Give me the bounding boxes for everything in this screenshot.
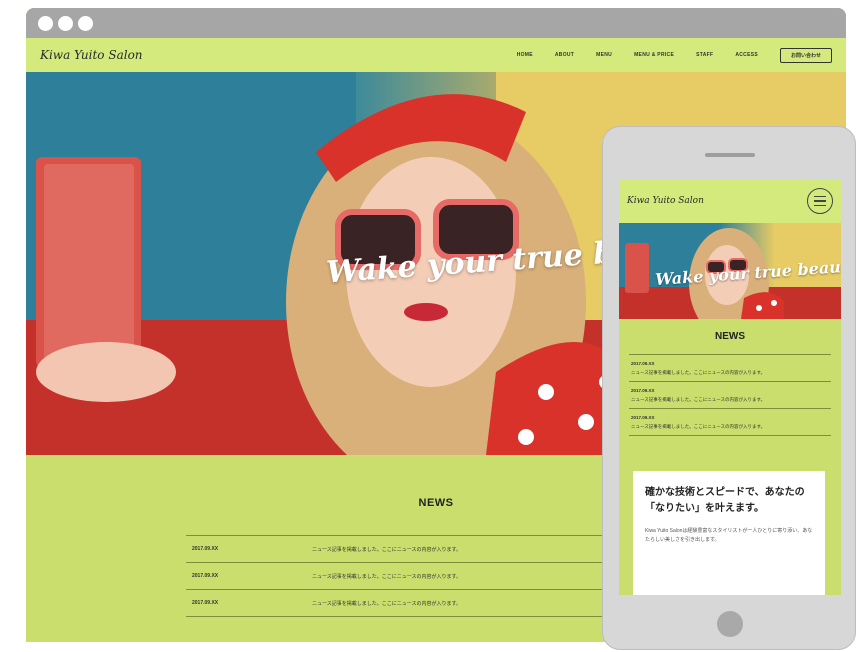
news-date: 2017.09.XX <box>192 573 219 579</box>
nav-item-about[interactable]: ABOUT <box>555 52 574 58</box>
mobile-news-date: 2017.09.XX <box>631 415 655 420</box>
news-list: 2017.09.XX ニュース記事を掲載しました。ここにニュースの内容が入ります… <box>186 535 606 617</box>
mobile-news-text: ニュース記事を掲載しました。ここにニュースの内容が入ります。 <box>631 424 766 429</box>
mobile-news-list: 2017.09.XX ニュース記事を掲載しました。ここにニュースの内容が入ります… <box>629 354 831 436</box>
window-dot-icon <box>78 15 93 31</box>
mobile-news-item[interactable]: 2017.09.XX ニュース記事を掲載しました。ここにニュースの内容が入ります… <box>629 355 831 382</box>
news-row[interactable]: 2017.09.XX ニュース記事を掲載しました。ここにニュースの内容が入ります… <box>186 536 606 563</box>
window-dot-icon <box>38 15 53 31</box>
lips-shape <box>404 303 448 321</box>
polka-dot <box>538 384 554 400</box>
phone-screen: Kiwa Yuito Salon Wake your true beauty. … <box>619 179 841 595</box>
mobile-intro-card: 確かな技術とスピードで、あなたの「なりたい」を叶えます。 Kiwa Yuito … <box>633 471 825 595</box>
nav-item-staff[interactable]: STAFF <box>696 52 713 58</box>
polka-dot <box>578 414 594 430</box>
phone-mock: Kiwa Yuito Salon Wake your true beauty. … <box>602 126 856 650</box>
mobile-hero-image: Wake your true beauty. <box>619 223 841 319</box>
browser-chrome <box>26 8 846 38</box>
polka-dot <box>518 429 534 445</box>
mobile-news-text: ニュース記事を掲載しました。ここにニュースの内容が入ります。 <box>631 370 766 375</box>
news-text: ニュース記事を掲載しました。ここにニュースの内容が入ります。 <box>312 546 462 553</box>
news-row[interactable]: 2017.09.XX ニュース記事を掲載しました。ここにニュースの内容が入ります… <box>186 563 606 590</box>
main-nav: HOME ABOUT MENU MENU & PRICE STAFF ACCES… <box>517 47 832 63</box>
news-text: ニュース記事を掲載しました。ここにニュースの内容が入ります。 <box>312 600 462 607</box>
news-row[interactable]: 2017.09.XX ニュース記事を掲載しました。ここにニュースの内容が入ります… <box>186 590 606 617</box>
contact-button[interactable]: お問い合わせ <box>779 47 832 63</box>
hand-shape <box>36 342 176 402</box>
phone-speaker <box>705 153 755 157</box>
mobile-card-heading: 確かな技術とスピードで、あなたの「なりたい」を叶えます。 <box>645 487 805 514</box>
news-date: 2017.09.XX <box>192 600 219 606</box>
nav-item-access[interactable]: ACCESS <box>735 52 758 58</box>
mobile-logo[interactable]: Kiwa Yuito Salon <box>627 196 704 206</box>
nav-item-menu[interactable]: MENU <box>596 52 612 58</box>
mobile-news-item[interactable]: 2017.09.XX ニュース記事を掲載しました。ここにニュースの内容が入ります… <box>629 409 831 436</box>
window-dot-icon <box>58 15 73 31</box>
red-wallet-shape <box>44 164 134 360</box>
nav-item-menu-price[interactable]: MENU & PRICE <box>634 52 674 58</box>
home-button[interactable] <box>717 611 743 637</box>
mobile-news-heading: NEWS <box>715 331 745 342</box>
mobile-news-date: 2017.09.XX <box>631 361 655 366</box>
mobile-news-text: ニュース記事を掲載しました。ここにニュースの内容が入ります。 <box>631 397 766 402</box>
nav-item-home[interactable]: HOME <box>517 52 533 58</box>
news-date: 2017.09.XX <box>192 546 219 552</box>
hamburger-menu-icon[interactable] <box>807 188 833 214</box>
news-text: ニュース記事を掲載しました。ここにニュースの内容が入ります。 <box>312 573 462 580</box>
site-logo[interactable]: Kiwa Yuito Salon <box>40 48 143 62</box>
mobile-news-item[interactable]: 2017.09.XX ニュース記事を掲載しました。ここにニュースの内容が入ります… <box>629 382 831 409</box>
site-header: Kiwa Yuito Salon HOME ABOUT MENU MENU & … <box>26 38 846 72</box>
mobile-news-date: 2017.09.XX <box>631 388 655 393</box>
mobile-card-body: Kiwa Yuito Salonは経験豊富なスタイリストが一人ひとりに寄り添い、… <box>645 528 813 543</box>
mobile-header: Kiwa Yuito Salon <box>619 179 841 223</box>
